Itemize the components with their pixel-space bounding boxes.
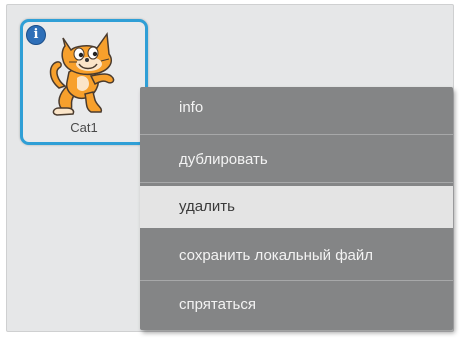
sprite-tile-cat1[interactable]: i Cat1	[20, 19, 148, 145]
sprites-pane: i Cat1 info дублировать удалить сохранит…	[6, 4, 454, 332]
info-icon[interactable]: i	[26, 25, 46, 45]
menu-separator	[140, 280, 453, 281]
cat-sprite-thumbnail	[49, 31, 115, 116]
menu-separator	[140, 134, 453, 135]
menu-item-save-local-file[interactable]: сохранить локальный файл	[140, 235, 453, 277]
menu-item-duplicate[interactable]: дублировать	[140, 139, 453, 181]
sprite-name-label: Cat1	[70, 120, 98, 135]
menu-separator	[140, 182, 453, 183]
menu-item-info[interactable]: info	[140, 87, 453, 129]
menu-item-hide[interactable]: спрятаться	[140, 284, 453, 326]
sprite-context-menu: info дублировать удалить сохранить локал…	[140, 87, 453, 330]
menu-item-delete[interactable]: удалить	[140, 186, 453, 228]
